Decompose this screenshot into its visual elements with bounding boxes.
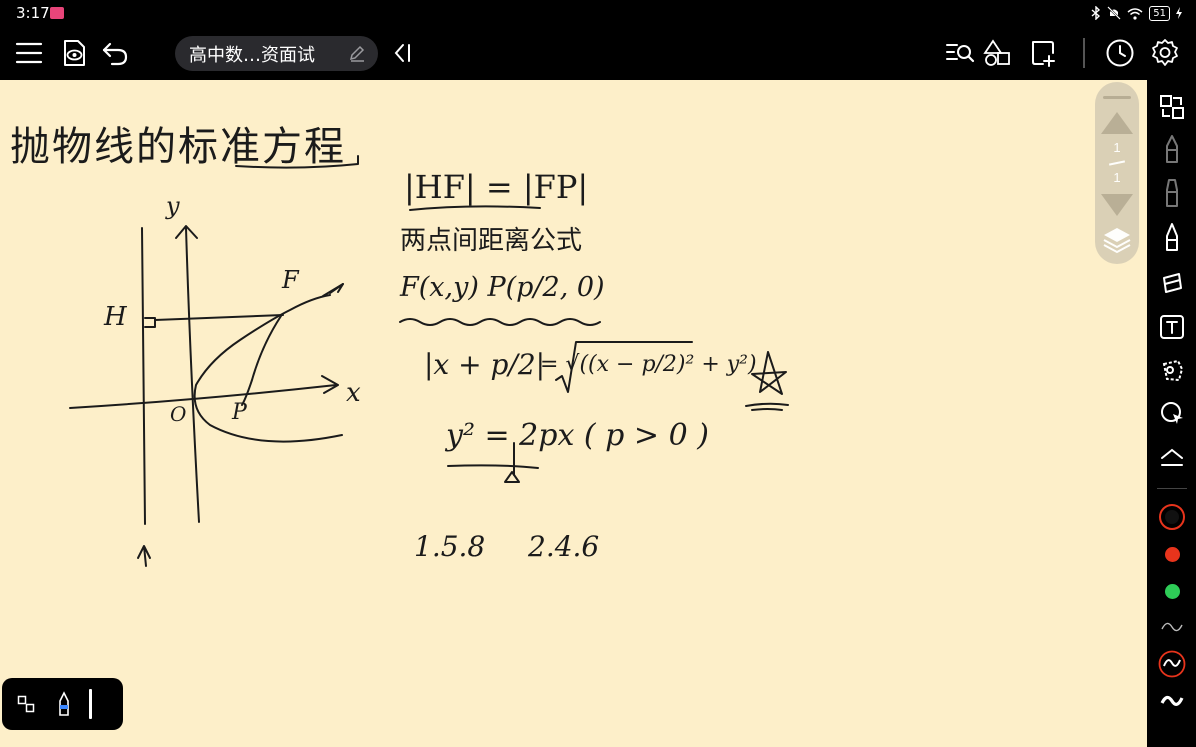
switch-panel-icon[interactable] bbox=[1157, 92, 1187, 122]
top-toolbar: 高中数…资面试 bbox=[0, 26, 1196, 80]
label-P: P bbox=[232, 400, 247, 425]
page-up-icon[interactable] bbox=[1101, 112, 1133, 134]
stroke-thin-icon[interactable] bbox=[1157, 612, 1187, 642]
lasso-icon[interactable] bbox=[1157, 356, 1187, 386]
collapse-panel-icon[interactable] bbox=[388, 38, 418, 68]
stroke-medium-selected-icon[interactable] bbox=[1157, 649, 1187, 679]
floating-toolbar bbox=[2, 678, 123, 730]
settings-icon[interactable] bbox=[1150, 38, 1180, 68]
text-icon[interactable] bbox=[1157, 312, 1187, 342]
status-indicators: 51 bbox=[1091, 4, 1182, 22]
pen-icon[interactable] bbox=[1157, 134, 1187, 164]
note-canvas[interactable]: 抛物线的标准方程 |HF| = |FP| 两点间距离公式 F(x,y) P(p/… bbox=[0, 80, 1147, 747]
page-separator bbox=[1108, 160, 1126, 166]
preview-icon[interactable] bbox=[59, 38, 89, 68]
document-title: 高中数…资面试 bbox=[189, 44, 315, 66]
note-title: 抛物线的标准方程 bbox=[10, 124, 346, 170]
current-page: 1 bbox=[1113, 140, 1121, 155]
label-F: F bbox=[282, 266, 299, 294]
eraser-icon[interactable] bbox=[1157, 268, 1187, 298]
note-numbers-a: 1.5.8 bbox=[414, 530, 486, 563]
battery-indicator: 51 bbox=[1149, 5, 1170, 21]
note-numbers-b: 2.4.6 bbox=[528, 530, 600, 563]
switch-panel-small-icon[interactable] bbox=[12, 690, 40, 718]
label-y-axis: y bbox=[166, 192, 180, 220]
status-bar: 3:17 51 bbox=[0, 0, 1196, 26]
history-icon[interactable] bbox=[1105, 38, 1135, 68]
document-title-pill[interactable]: 高中数…资面试 bbox=[175, 36, 378, 71]
toolbar-divider bbox=[1083, 38, 1085, 68]
tool-rail bbox=[1147, 80, 1196, 747]
note-standard-form: y² = 2px ( p > 0 ) bbox=[446, 418, 709, 453]
rail-divider bbox=[1157, 488, 1187, 489]
label-O: O bbox=[170, 402, 187, 426]
pencil-icon[interactable] bbox=[1157, 178, 1187, 208]
color-red[interactable] bbox=[1157, 539, 1187, 569]
edit-title-icon[interactable] bbox=[348, 45, 366, 63]
menu-icon[interactable] bbox=[14, 38, 44, 68]
note-equation-lhs: |x + p/2| bbox=[424, 348, 546, 381]
note-equation-rhs: = √((x − p/2)² + y²) bbox=[540, 352, 757, 377]
shapes-icon[interactable] bbox=[983, 38, 1013, 68]
marker-icon[interactable] bbox=[1157, 222, 1187, 252]
note-distance-formula: 两点间距离公式 bbox=[400, 226, 583, 256]
search-list-icon[interactable] bbox=[945, 38, 975, 68]
select-icon[interactable] bbox=[1157, 398, 1187, 428]
page-scroller[interactable]: 1 1 bbox=[1095, 82, 1139, 264]
label-x-axis: x bbox=[346, 378, 361, 408]
charging-icon bbox=[1176, 7, 1182, 19]
wifi-icon bbox=[1127, 7, 1143, 20]
color-black-selected[interactable] bbox=[1157, 502, 1187, 532]
add-page-icon[interactable] bbox=[1028, 38, 1058, 68]
label-H: H bbox=[104, 302, 127, 332]
text-cursor-indicator bbox=[89, 689, 92, 719]
layers-icon[interactable] bbox=[1102, 224, 1132, 254]
undo-icon[interactable] bbox=[100, 38, 130, 68]
pen-small-icon[interactable] bbox=[50, 690, 78, 718]
note-hf-fp: |HF| = |FP| bbox=[404, 168, 589, 206]
page-down-icon[interactable] bbox=[1101, 194, 1133, 216]
notification-badge-icon bbox=[50, 7, 64, 19]
total-pages: 1 bbox=[1113, 170, 1121, 185]
bluetooth-icon bbox=[1091, 6, 1101, 20]
status-time: 3:17 bbox=[16, 4, 50, 22]
collapse-icon[interactable] bbox=[1157, 442, 1187, 472]
scroller-handle[interactable] bbox=[1103, 96, 1131, 99]
stroke-thick-icon[interactable] bbox=[1157, 686, 1187, 716]
mute-icon bbox=[1107, 6, 1121, 20]
color-green[interactable] bbox=[1157, 576, 1187, 606]
note-coordinates: F(x,y) P(p/2, 0) bbox=[400, 272, 605, 303]
